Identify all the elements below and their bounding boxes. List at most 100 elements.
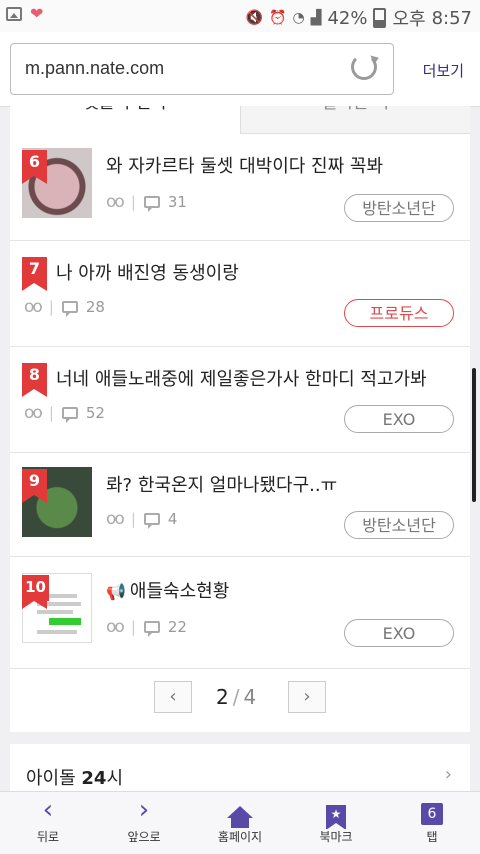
thumbnail-line <box>37 610 73 614</box>
address-bar[interactable]: m.pann.nate.com <box>10 43 394 95</box>
browser-toolbar: m.pann.nate.com 더보기 <box>0 32 480 107</box>
tabs-icon-wrap: 6 <box>384 792 480 828</box>
ampm: 오후 <box>392 9 426 30</box>
nav-forward[interactable]: › 앞으로 <box>96 792 192 854</box>
post-meta: oo | 4 <box>106 509 177 529</box>
rank-badge: 7 <box>22 257 47 291</box>
rank-badge: 9 <box>22 469 47 503</box>
nav-label: 홈페이지 <box>217 830 263 844</box>
list-item[interactable]: 10 📢 애들숙소현황 oo | 22 EXO <box>10 556 470 669</box>
nav-label: 뒤로 <box>36 830 60 844</box>
comment-icon <box>143 621 160 637</box>
category-tag[interactable]: 방탄소년단 <box>344 511 454 539</box>
total-pages: 4 <box>243 685 257 709</box>
post-title[interactable]: 와 자카르타 둘셋 대박이다 진짜 꼭봐 <box>106 152 383 178</box>
post-meta: oo | 52 <box>24 403 105 423</box>
nav-bookmark[interactable]: ★ 북마크 <box>288 792 384 854</box>
notification-icons: ❤ <box>6 6 43 22</box>
views-icon: oo <box>24 403 43 423</box>
next-page-button[interactable]: › <box>288 681 326 713</box>
section-title-pre: 아이돌 <box>26 768 82 789</box>
divider: | <box>130 510 136 528</box>
divider: | <box>48 404 54 422</box>
rank-badge: 8 <box>22 363 47 397</box>
battery-percent: 42% <box>327 7 368 29</box>
clock: 8:57 <box>431 7 472 29</box>
nav-label: 탭 <box>426 830 438 844</box>
comment-count: 22 <box>167 618 187 636</box>
heart-notification-icon: ❤ <box>30 4 44 23</box>
tabs-icon: 6 <box>421 803 443 825</box>
bottom-navigation: ‹ 뒤로 › 앞으로 홈페이지 ★ 북마크 6 탭 <box>0 791 480 854</box>
comment-count: 52 <box>85 404 105 422</box>
category-tag[interactable]: EXO <box>344 619 454 647</box>
post-title-row[interactable]: 📢 애들숙소현황 <box>106 577 229 603</box>
post-title[interactable]: 너네 애들노래중에 제일좋은가사 한마디 적고가봐 <box>56 365 427 391</box>
chevron-left-icon: ‹ <box>169 686 177 707</box>
comment-count: 31 <box>167 193 187 211</box>
prev-page-button[interactable]: ‹ <box>154 681 192 713</box>
nav-back[interactable]: ‹ 뒤로 <box>0 792 96 854</box>
wifi-icon: ◔ <box>292 10 305 26</box>
bookmark-icon: ★ <box>326 805 346 830</box>
thumbnail-button <box>49 618 81 625</box>
ranking-card: 댓글의 진국 실시간 톡 6 와 자카르타 둘셋 대박이다 진짜 꼭봐 oo | … <box>10 106 470 732</box>
chevron-right-icon[interactable]: › <box>445 764 452 785</box>
comment-icon <box>143 196 160 212</box>
views-icon: oo <box>106 617 125 637</box>
comment-icon <box>61 407 78 423</box>
comment-icon <box>143 513 160 529</box>
post-title[interactable]: 나 아까 배진영 동생이랑 <box>56 259 239 285</box>
status-bar: ❤ 🔇 ⏰ ◔ ▟ 42% 오후 8:57 <box>0 0 480 32</box>
tab-realtime-talk[interactable]: 실시간 톡 <box>240 106 470 134</box>
more-button[interactable]: 더보기 <box>423 60 464 81</box>
list-item[interactable]: 7 나 아까 배진영 동생이랑 oo | 28 프로듀스 <box>10 240 470 347</box>
section-title-post: 시 <box>106 768 124 789</box>
image-notification-icon <box>6 7 22 21</box>
post-meta: oo | 31 <box>106 192 187 212</box>
views-icon: oo <box>106 509 125 529</box>
chevron-right-icon: › <box>303 686 311 707</box>
rank-badge: 6 <box>22 150 47 184</box>
bookmark-icon-wrap: ★ <box>288 792 384 830</box>
views-icon: oo <box>106 192 125 212</box>
nav-label: 북마크 <box>319 830 353 844</box>
thumbnail-line <box>37 630 77 634</box>
page-indicator: 2/4 <box>216 685 256 709</box>
nav-home[interactable]: 홈페이지 <box>192 792 288 854</box>
scrollbar[interactable] <box>472 368 476 502</box>
tab-best-comments[interactable]: 댓글의 진국 <box>10 106 240 134</box>
section-title: 아이돌 24시 <box>26 764 123 790</box>
list-item[interactable]: 9 롸? 한국온지 얼마나됐다구..ㅠ oo | 4 방탄소년단 <box>10 452 470 557</box>
forward-icon: › <box>138 795 150 825</box>
category-tag[interactable]: EXO <box>344 405 454 433</box>
post-title[interactable]: 롸? 한국온지 얼마나됐다구..ㅠ <box>106 471 337 497</box>
nav-label: 앞으로 <box>127 830 161 844</box>
views-icon: oo <box>24 297 43 317</box>
signal-icon: ▟ <box>310 10 322 26</box>
nav-tabs[interactable]: 6 탭 <box>384 792 480 854</box>
divider: | <box>130 618 136 636</box>
category-tag[interactable]: 방탄소년단 <box>344 194 454 222</box>
rank-badge: 10 <box>22 575 49 609</box>
status-right: 🔇 ⏰ ◔ ▟ 42% 오후 8:57 <box>246 5 472 31</box>
battery-icon <box>373 8 387 28</box>
tab-bar: 댓글의 진국 실시간 톡 <box>10 106 470 134</box>
list-item[interactable]: 8 너네 애들노래중에 제일좋은가사 한마디 적고가봐 oo | 52 EXO <box>10 346 470 453</box>
alarm-icon: ⏰ <box>269 10 287 26</box>
divider: | <box>48 298 54 316</box>
category-tag[interactable]: 프로듀스 <box>344 299 454 327</box>
list-item[interactable]: 6 와 자카르타 둘셋 대박이다 진짜 꼭봐 oo | 31 방탄소년단 <box>10 134 470 240</box>
home-icon-wrap <box>192 792 288 828</box>
url-text[interactable]: m.pann.nate.com <box>25 58 164 79</box>
comment-count: 4 <box>167 510 178 528</box>
comment-icon <box>61 301 78 317</box>
divider: | <box>130 193 136 211</box>
reload-icon[interactable] <box>351 54 377 80</box>
post-title[interactable]: 애들숙소현황 <box>130 581 229 602</box>
section-title-bold: 24 <box>81 768 107 789</box>
comment-count: 28 <box>85 298 105 316</box>
pagination: ‹ 2/4 › <box>10 668 470 732</box>
current-page: 2 <box>216 685 229 709</box>
home-icon <box>227 806 253 828</box>
